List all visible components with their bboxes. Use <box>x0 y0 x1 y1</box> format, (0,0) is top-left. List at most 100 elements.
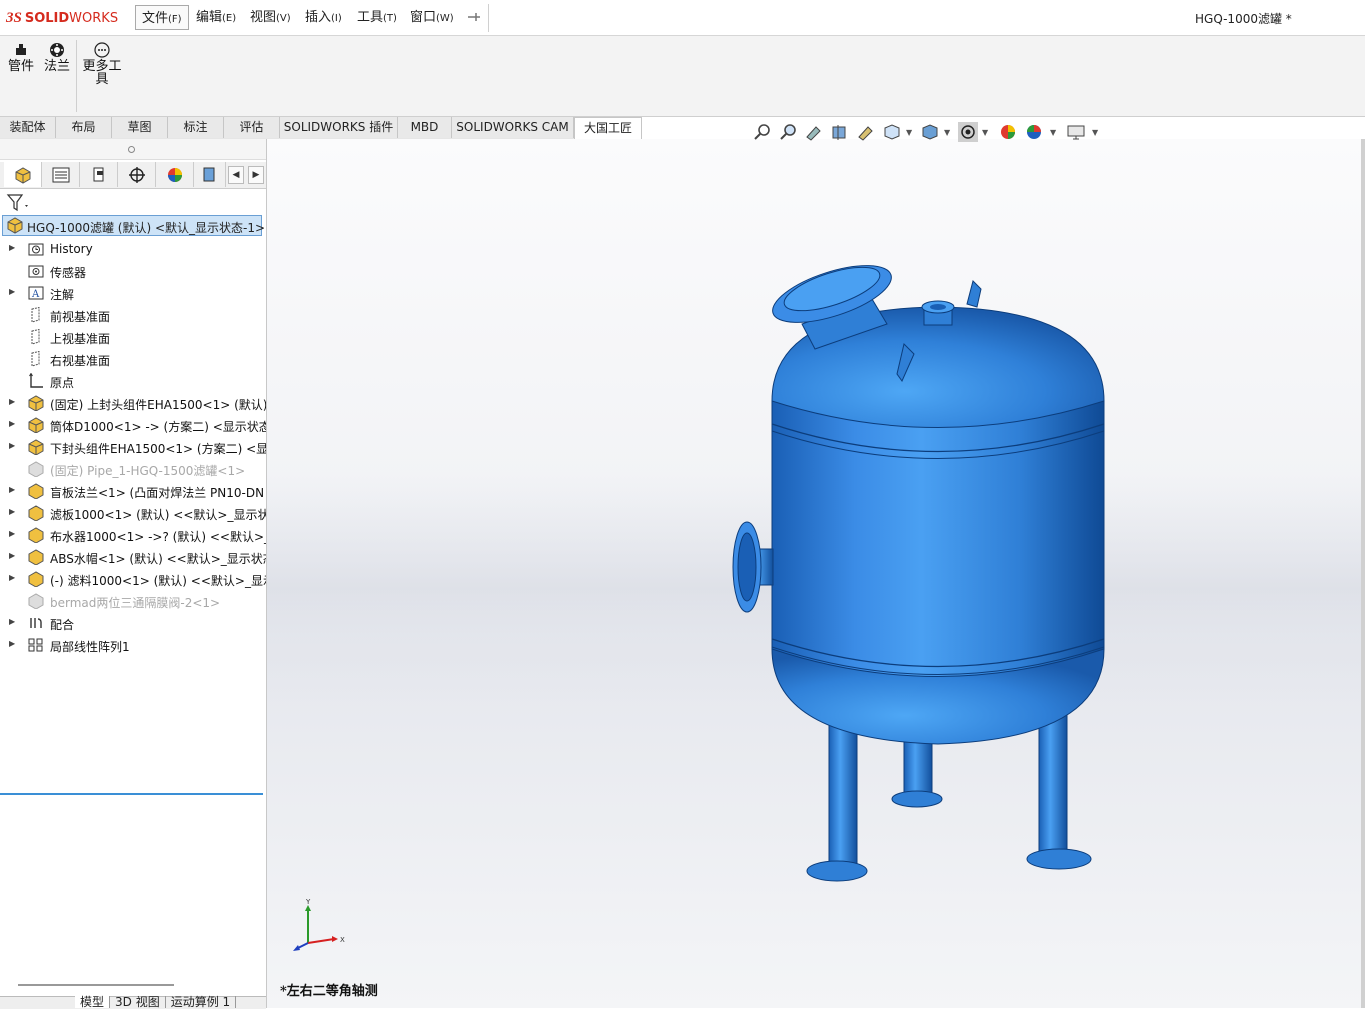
chevron-down-icon[interactable]: ▼ <box>982 128 988 137</box>
tree-item-front-plane[interactable]: 前视基准面 <box>0 304 266 326</box>
tab-evaluate[interactable]: 评估 <box>224 117 280 138</box>
tree-item-component[interactable]: ▶ 筒体D1000<1> -> (方案二) <显示状态 <box>0 414 266 436</box>
expand-arrow-icon[interactable]: ▶ <box>9 573 15 582</box>
tree-item-suppressed-component[interactable]: bermad两位三通隔膜阀-2<1> <box>0 590 266 612</box>
menu-insert[interactable]: 插入(I) <box>299 5 348 30</box>
view-orientation-icon[interactable] <box>882 122 902 142</box>
tab-assembly[interactable]: 装配体 <box>0 117 56 138</box>
previous-view-icon[interactable] <box>804 122 824 142</box>
tree-item-label: ABS水帽<1> (默认) <<默认>_显示状态 <box>50 552 266 566</box>
pin-icon[interactable] <box>466 10 482 24</box>
expand-arrow-icon[interactable]: ▶ <box>9 485 15 494</box>
more-tools-button[interactable]: 更多工 具 <box>81 42 123 86</box>
tank-model[interactable] <box>267 139 1365 1008</box>
filter-button[interactable] <box>6 193 32 213</box>
chevron-down-icon[interactable]: ▼ <box>1092 128 1098 137</box>
zoom-to-area-icon[interactable] <box>778 122 798 142</box>
dimxpert-tab[interactable] <box>118 162 156 187</box>
menu-file[interactable]: 文件(F) <box>135 5 189 30</box>
apply-scene-icon[interactable] <box>1024 122 1044 142</box>
graphics-viewport[interactable] <box>267 139 1365 1008</box>
tree-item-component[interactable]: ▶ (固定) 上封头组件EHA1500<1> (默认) <box>0 392 266 414</box>
display-manager-tab[interactable] <box>156 162 194 187</box>
chevron-down-icon[interactable]: ▼ <box>1050 128 1056 137</box>
tree-end-marker[interactable] <box>0 793 263 795</box>
menu-file-label: 文件 <box>142 11 169 26</box>
tab-layout[interactable]: 布局 <box>56 117 112 138</box>
expand-arrow-icon[interactable]: ▶ <box>9 639 15 648</box>
tree-item-top-plane[interactable]: 上视基准面 <box>0 326 266 348</box>
pipe-button[interactable]: 管件 <box>7 42 35 73</box>
tree-item-label: 右视基准面 <box>50 354 111 368</box>
menu-separator <box>488 4 489 32</box>
tree-item-component[interactable]: ▶ ABS水帽<1> (默认) <<默认>_显示状态 <box>0 546 266 568</box>
tab-model[interactable]: 模型 <box>75 996 111 1008</box>
expand-arrow-icon[interactable]: ▶ <box>9 507 15 516</box>
tree-item-right-plane[interactable]: 右视基准面 <box>0 348 266 370</box>
chevron-down-icon[interactable]: ▼ <box>944 128 950 137</box>
zoom-to-fit-icon[interactable] <box>752 122 772 142</box>
tab-scroll-right-button[interactable]: ▶ <box>248 166 264 184</box>
tab-scroll-left-button[interactable]: ◀ <box>228 166 244 184</box>
tree-item-component[interactable]: ▶ 下封头组件EHA1500<1> (方案二) <显示 <box>0 436 266 458</box>
tree-item-label: 盲板法兰<1> (凸面对焊法兰 PN10-DN <box>50 486 265 500</box>
tree-item-suppressed-component[interactable]: (固定) Pipe_1-HGQ-1500滤罐<1> <box>0 458 266 480</box>
configuration-tab[interactable] <box>80 162 118 187</box>
expand-arrow-icon[interactable]: ▶ <box>9 617 15 626</box>
dynamic-annotation-icon[interactable] <box>856 122 876 142</box>
tree-item-component[interactable]: ▶ 布水器1000<1> ->? (默认) <<默认>_显 <box>0 524 266 546</box>
reference-triad[interactable]: Y X <box>288 895 350 955</box>
display-style-icon[interactable] <box>920 122 940 142</box>
tab-markup[interactable]: 标注 <box>168 117 224 138</box>
expand-arrow-icon[interactable]: ▶ <box>9 441 15 450</box>
tab-mbd[interactable]: MBD <box>398 117 452 138</box>
bottom-tabs: 模型 3D 视图 运动算例 1 <box>75 996 237 1008</box>
panel-grip[interactable] <box>0 139 266 160</box>
expand-arrow-icon[interactable]: ▶ <box>9 243 15 252</box>
tree-item-component[interactable]: ▶ 盲板法兰<1> (凸面对焊法兰 PN10-DN <box>0 480 266 502</box>
section-view-icon[interactable] <box>830 122 850 142</box>
tab-solidworks-addins[interactable]: SOLIDWORKS 插件 <box>280 117 398 138</box>
tree-item-sensors[interactable]: 传感器 <box>0 260 266 282</box>
expand-arrow-icon[interactable]: ▶ <box>9 397 15 406</box>
tree-item-component[interactable]: ▶ (-) 滤料1000<1> (默认) <<默认>_显示 <box>0 568 266 590</box>
tree-item-mates[interactable]: ▶ 配合 <box>0 612 266 634</box>
tree-item-label: 布水器1000<1> ->? (默认) <<默认>_显 <box>50 530 266 544</box>
tab-motion-study[interactable]: 运动算例 1 <box>166 996 237 1008</box>
tree-root-assembly[interactable]: HGQ-1000滤罐 (默认) <默认_显示状态-1> <box>2 215 265 236</box>
tab-sketch[interactable]: 草图 <box>112 117 168 138</box>
menu-edit[interactable]: 编辑(E) <box>190 5 242 30</box>
tab-solidworks-cam[interactable]: SOLIDWORKS CAM <box>452 117 574 138</box>
tab-daguo-gongjiang[interactable]: 大国工匠 <box>574 117 642 139</box>
edit-appearance-icon[interactable] <box>998 122 1018 142</box>
expand-arrow-icon[interactable]: ▶ <box>9 529 15 538</box>
solidworks-logo[interactable]: 3S SOLID WORKS <box>6 8 118 28</box>
ds-logo-mark: 3S <box>6 9 22 26</box>
heads-up-view-toolbar: ▼ ▼ ▼ ▼ ▼ <box>748 120 1108 144</box>
hide-show-items-icon[interactable] <box>958 122 978 142</box>
plane-icon <box>31 351 40 367</box>
expand-arrow-icon[interactable]: ▶ <box>9 551 15 560</box>
flange-icon <box>50 43 64 57</box>
tab-3d-views[interactable]: 3D 视图 <box>110 996 166 1008</box>
cam-tab[interactable] <box>194 162 226 187</box>
view-settings-icon[interactable] <box>1066 122 1086 142</box>
feature-tree-tab[interactable] <box>4 162 42 187</box>
tree-item-component[interactable]: ▶ 滤板1000<1> (默认) <<默认>_显示状态 <box>0 502 266 524</box>
menu-view[interactable]: 视图(V) <box>244 5 297 30</box>
menu-window-accel: (W) <box>436 13 454 24</box>
menu-window[interactable]: 窗口(W) <box>404 5 460 30</box>
tree-item-annotations[interactable]: ▶ A 注解 <box>0 282 266 304</box>
tree-item-linear-pattern[interactable]: ▶ 局部线性阵列1 <box>0 634 266 656</box>
more-tools-label-2: 具 <box>95 72 109 87</box>
menu-tools[interactable]: 工具(T) <box>351 5 403 30</box>
property-manager-tab[interactable] <box>42 162 80 187</box>
horizontal-scrollbar[interactable] <box>18 984 174 986</box>
tree-item-history[interactable]: ▶ History <box>0 238 266 260</box>
tree-item-origin[interactable]: 原点 <box>0 370 266 392</box>
flange-button[interactable]: 法兰 <box>42 42 72 73</box>
expand-arrow-icon[interactable]: ▶ <box>9 287 15 296</box>
expand-arrow-icon[interactable]: ▶ <box>9 419 15 428</box>
menu-window-label: 窗口 <box>410 10 437 25</box>
chevron-down-icon[interactable]: ▼ <box>906 128 912 137</box>
